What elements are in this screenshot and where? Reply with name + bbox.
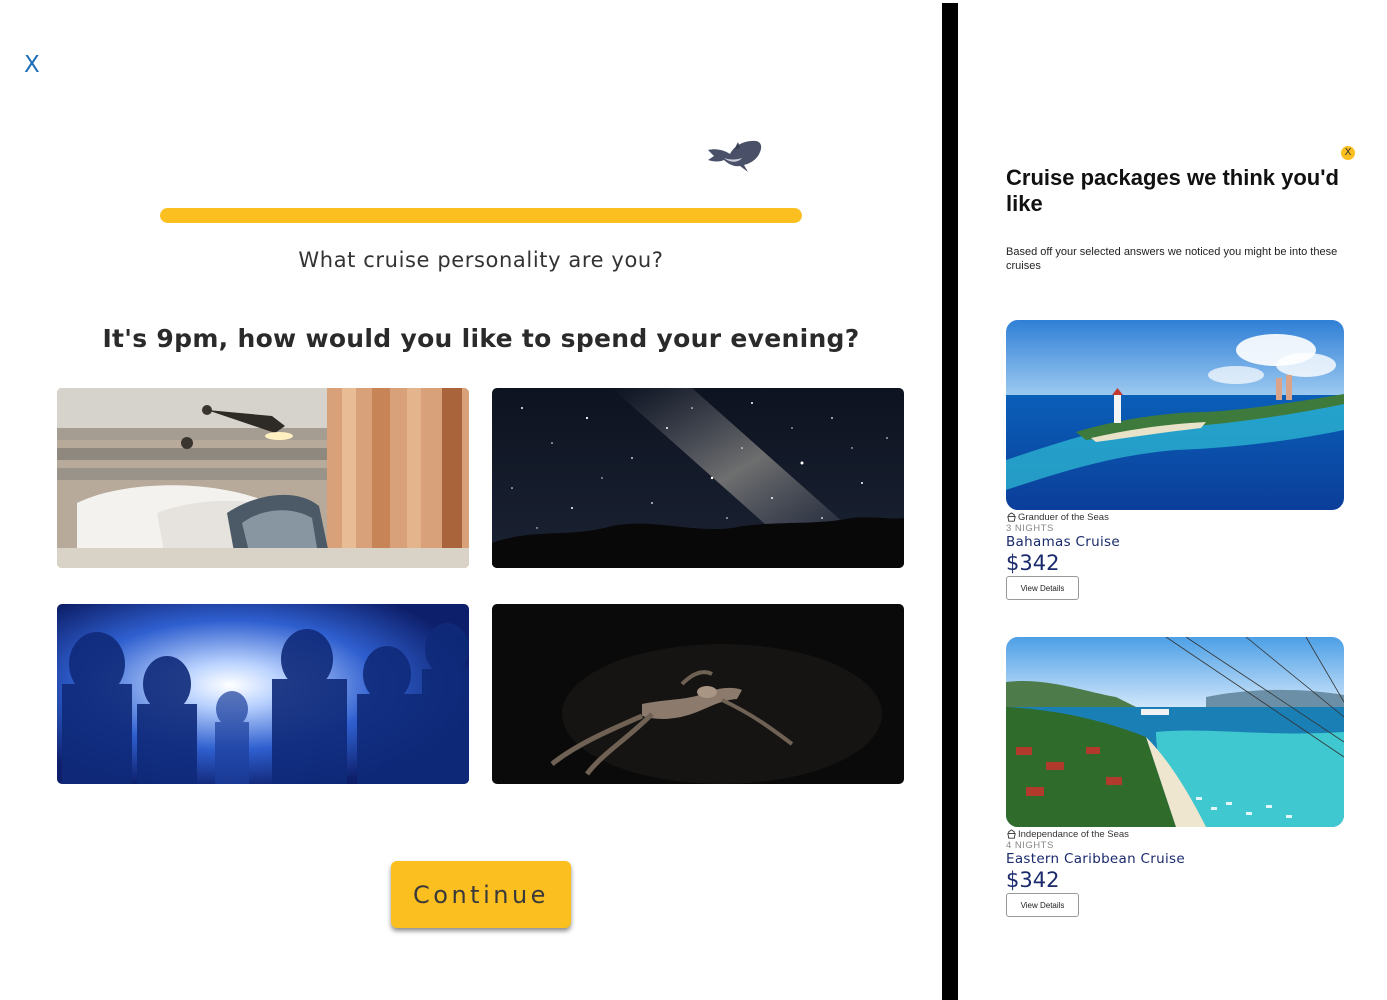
recommendations-panel: X Cruise packages we think you'd like Ba… (958, 0, 1387, 1000)
cozy-bed-photo (57, 388, 469, 568)
progress-fill (160, 208, 802, 223)
progress-area (160, 136, 802, 226)
cruise-card: Independance of the Seas 4 NIGHTS Easter… (1006, 637, 1346, 917)
quiz-panel: X What cruise personality are you? It's … (0, 0, 942, 1000)
panel-divider (942, 3, 958, 1000)
view-details-button[interactable]: View Details (1006, 576, 1079, 600)
recommendations-close-button[interactable]: X (1341, 146, 1355, 160)
recommendations-subtitle: Based off your selected answers we notic… (1006, 246, 1338, 272)
option-relax-in-bed[interactable] (57, 388, 469, 568)
ship-row: Granduer of the Seas (1006, 512, 1346, 523)
nights-label: 4 NIGHTS (1006, 840, 1054, 851)
ship-name: Independance of the Seas (1018, 829, 1129, 840)
cruise-card-image[interactable] (1006, 320, 1344, 510)
ship-name: Granduer of the Seas (1018, 512, 1109, 523)
question-text: It's 9pm, how would you like to spend yo… (102, 324, 860, 353)
night-swim-photo (492, 604, 904, 784)
cruise-name[interactable]: Bahamas Cruise (1006, 534, 1346, 551)
progress-bar (160, 208, 802, 223)
cruise-price: $342 (1006, 551, 1060, 575)
cruise-name[interactable]: Eastern Caribbean Cruise (1006, 851, 1346, 868)
view-details-button[interactable]: View Details (1006, 893, 1079, 917)
option-party[interactable] (57, 604, 469, 784)
ship-icon (1007, 829, 1016, 839)
milky-way-night-sky-photo (492, 388, 904, 568)
cruise-card-image[interactable] (1006, 637, 1344, 827)
cruise-card: Granduer of the Seas 3 NIGHTS Bahamas Cr… (1006, 320, 1346, 600)
ship-icon (1007, 512, 1016, 522)
bahamas-lighthouse-island-photo (1006, 320, 1344, 510)
caribbean-zipline-beach-photo (1006, 637, 1344, 827)
dolphin-icon (708, 140, 762, 172)
continue-button[interactable]: Continue (391, 861, 571, 928)
cruise-price: $342 (1006, 868, 1060, 892)
concert-crowd-photo (57, 604, 469, 784)
quiz-close-button[interactable]: X (24, 52, 40, 78)
nights-label: 3 NIGHTS (1006, 523, 1054, 534)
recommendations-title: Cruise packages we think you'd like (1006, 165, 1339, 216)
quiz-title: What cruise personality are you? (298, 248, 664, 272)
ship-row: Independance of the Seas (1006, 829, 1346, 840)
option-stargazing[interactable] (492, 388, 904, 568)
option-night-swim[interactable] (492, 604, 904, 784)
